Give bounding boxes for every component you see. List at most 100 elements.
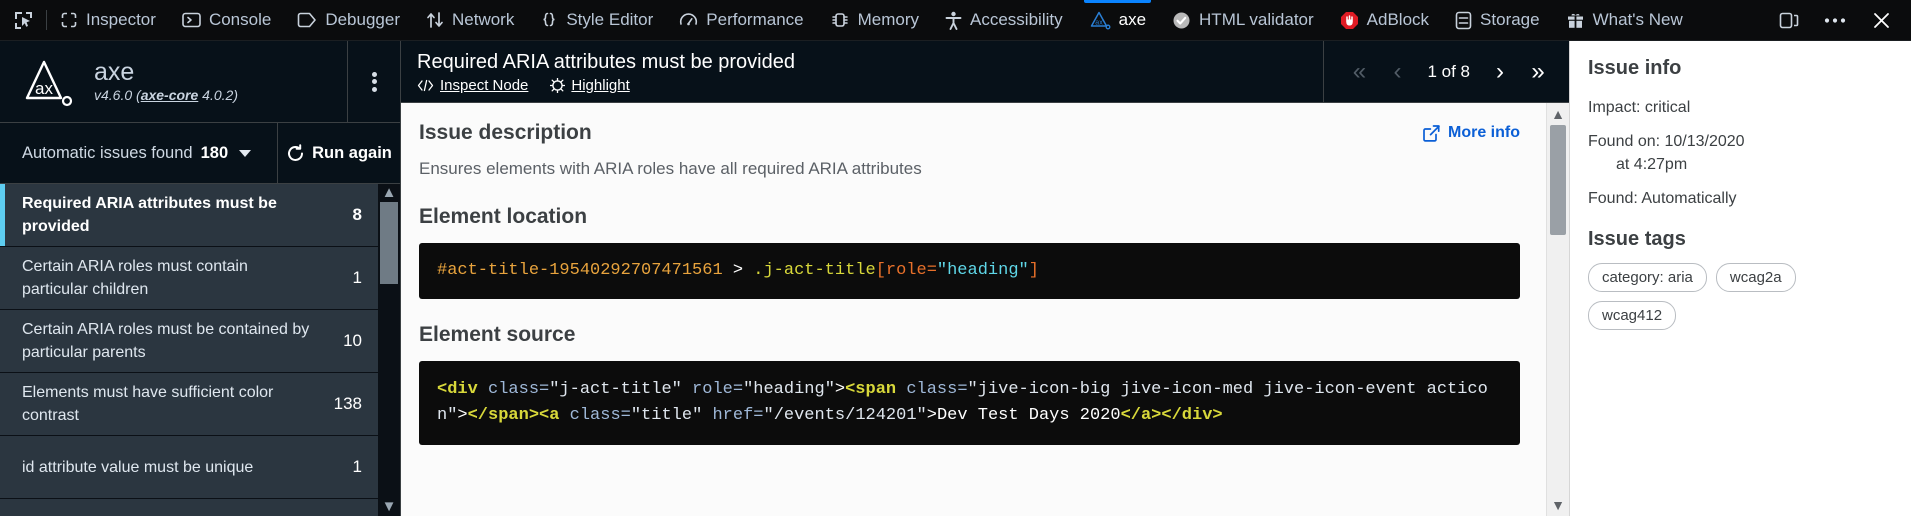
- devtools-toolbar: Inspector Console Debugger Network: [0, 0, 1911, 41]
- axe-options-button[interactable]: [347, 41, 400, 122]
- issue-list-item[interactable]: Certain ARIA roles must be contained by …: [0, 310, 378, 373]
- issue-list-item[interactable]: [0, 499, 378, 516]
- scroll-thumb[interactable]: [1550, 125, 1566, 235]
- detail-scrollbar[interactable]: ▲ ▼: [1546, 103, 1569, 516]
- highlight-button[interactable]: Highlight: [550, 77, 629, 94]
- element-location-code: #act-title-19540292707471561 > .j-act-ti…: [419, 243, 1520, 299]
- chevron-left-icon[interactable]: ‹: [1380, 55, 1414, 89]
- dock-layout-button[interactable]: [1767, 0, 1811, 40]
- axe-filter-bar: Automatic issues found 180 Run again: [0, 123, 400, 184]
- scroll-track[interactable]: [378, 200, 400, 500]
- gift-icon: [1566, 11, 1585, 30]
- src-val-role: "heading": [743, 380, 835, 399]
- selector-class: .j-act-title: [753, 261, 875, 280]
- issues-found-dropdown[interactable]: Automatic issues found 180: [0, 123, 277, 183]
- issue-list-item[interactable]: Elements must have sufficient color cont…: [0, 373, 378, 436]
- storage-icon: [1455, 11, 1472, 30]
- src-attr-span-class: class=: [896, 380, 967, 399]
- issue-tags-row-2: wcag412: [1588, 301, 1893, 330]
- run-again-button[interactable]: Run again: [277, 123, 400, 183]
- issue-tag[interactable]: wcag2a: [1716, 263, 1796, 292]
- tab-inspector[interactable]: Inspector: [47, 0, 169, 40]
- issue-count: 10: [326, 331, 362, 351]
- chevron-down-icon[interactable]: ▼: [382, 500, 397, 514]
- element-picker-icon: [13, 10, 34, 31]
- tab-html-validator[interactable]: HTML validator: [1159, 0, 1327, 40]
- close-icon: [1872, 11, 1891, 30]
- element-picker-button[interactable]: [0, 0, 46, 40]
- scroll-track[interactable]: [1547, 125, 1569, 494]
- tab-label: Inspector: [86, 10, 156, 30]
- axe-core-link[interactable]: axe-core: [141, 87, 199, 103]
- issue-label: Elements must have sufficient color cont…: [22, 381, 316, 427]
- issue-count: 138: [326, 394, 362, 414]
- tab-style-editor[interactable]: Style Editor: [527, 0, 666, 40]
- double-chevron-left-icon[interactable]: «: [1342, 55, 1376, 89]
- tab-label: Style Editor: [566, 10, 653, 30]
- issue-list-item[interactable]: Certain ARIA roles must contain particul…: [0, 247, 378, 310]
- issue-description-heading: Issue description: [419, 121, 592, 145]
- axe-left-column: ax axe v4.6.0 (axe-core 4.0.2): [0, 41, 401, 516]
- svg-text:ax: ax: [35, 79, 53, 98]
- issue-tags-heading: Issue tags: [1588, 228, 1893, 251]
- axe-brand-header: ax axe v4.6.0 (axe-core 4.0.2): [0, 41, 400, 123]
- src-tag-div-close: </div>: [1161, 406, 1222, 425]
- tab-accessibility[interactable]: Accessibility: [932, 0, 1076, 40]
- tab-debugger[interactable]: Debugger: [284, 0, 413, 40]
- src-tag-a-close: </a>: [1121, 406, 1162, 425]
- issue-list-item[interactable]: id attribute value must be unique 1: [0, 436, 378, 499]
- inspect-node-label: Inspect Node: [440, 77, 528, 94]
- issue-tag[interactable]: wcag412: [1588, 301, 1676, 330]
- found-on-value: 10/13/2020: [1665, 133, 1745, 150]
- selector-attr-close: ]: [1029, 261, 1039, 280]
- tab-storage[interactable]: Storage: [1442, 0, 1553, 40]
- adblock-icon: [1340, 11, 1359, 30]
- tab-memory[interactable]: Memory: [817, 0, 932, 40]
- tab-axe[interactable]: ax axe: [1076, 0, 1159, 40]
- close-devtools-button[interactable]: [1859, 0, 1903, 40]
- tab-label: axe: [1119, 10, 1146, 30]
- src-val-a-class: "title": [631, 406, 702, 425]
- issue-list-scrollbar[interactable]: ▲ ▼: [378, 184, 400, 516]
- selector-attr-value: "heading": [937, 261, 1029, 280]
- more-info-label: More info: [1448, 124, 1520, 142]
- performance-icon: [679, 11, 698, 30]
- console-icon: [182, 12, 201, 28]
- meatball-menu-icon: [1824, 17, 1846, 24]
- issue-label: Certain ARIA roles must contain particul…: [22, 255, 316, 301]
- tab-whats-new[interactable]: What's New: [1553, 0, 1696, 40]
- found-label: Found:: [1588, 190, 1641, 207]
- run-again-label: Run again: [312, 144, 392, 163]
- chevron-up-icon[interactable]: ▲: [1551, 103, 1565, 125]
- overflow-menu-button[interactable]: [1813, 0, 1857, 40]
- element-location-heading: Element location: [419, 205, 1520, 229]
- accessibility-icon: [945, 11, 962, 30]
- dock-layout-icon: [1779, 11, 1799, 30]
- issue-list-item[interactable]: Required ARIA attributes must be provide…: [0, 184, 378, 247]
- inspect-node-button[interactable]: Inspect Node: [417, 77, 528, 94]
- tab-performance[interactable]: Performance: [666, 0, 816, 40]
- tab-adblock[interactable]: AdBlock: [1327, 0, 1442, 40]
- tab-label: Network: [452, 10, 514, 30]
- src-gt-2: >: [457, 406, 467, 425]
- more-info-link[interactable]: More info: [1423, 124, 1520, 142]
- tab-label: HTML validator: [1199, 10, 1314, 30]
- issue-tag[interactable]: category: aria: [1588, 263, 1707, 292]
- found-on-time: at 4:27pm: [1588, 153, 1893, 176]
- double-chevron-right-icon[interactable]: »: [1521, 55, 1555, 89]
- chevron-up-icon[interactable]: ▲: [382, 186, 397, 200]
- html-validator-icon: [1172, 11, 1191, 30]
- impact-value: critical: [1645, 99, 1690, 116]
- selector-attr-open: [role=: [876, 261, 937, 280]
- tab-network[interactable]: Network: [413, 0, 527, 40]
- chevron-right-icon[interactable]: ›: [1483, 55, 1517, 89]
- chevron-down-icon[interactable]: ▼: [1551, 494, 1565, 516]
- highlight-label: Highlight: [571, 77, 629, 94]
- toolbar-right-controls: [1767, 0, 1911, 40]
- axe-version: v4.6.0 (axe-core 4.0.2): [94, 86, 238, 104]
- tab-label: What's New: [1593, 10, 1683, 30]
- tab-console[interactable]: Console: [169, 0, 284, 40]
- inspector-icon: [60, 11, 78, 29]
- issues-found-count: 180: [201, 144, 229, 163]
- scroll-thumb[interactable]: [380, 202, 398, 284]
